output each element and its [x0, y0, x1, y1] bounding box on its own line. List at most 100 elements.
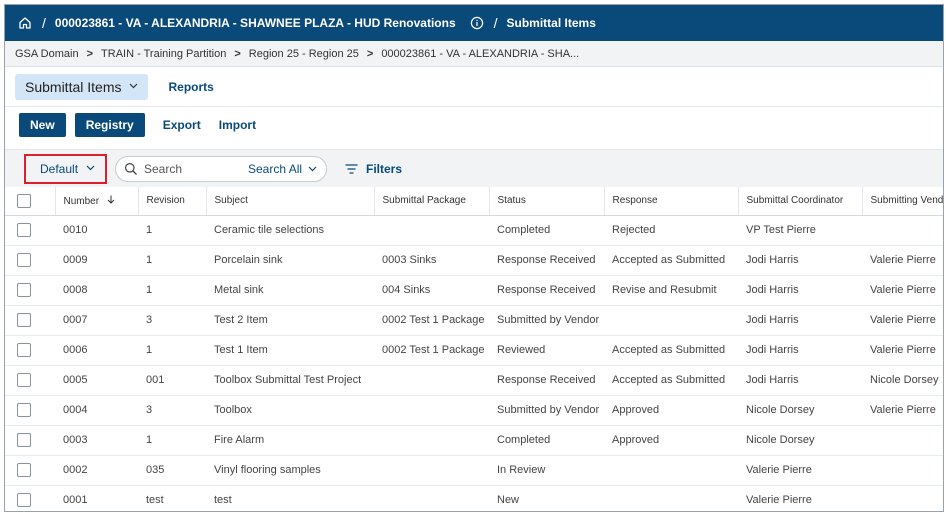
column-header-response[interactable]: Response	[604, 187, 739, 216]
table-row[interactable]: 0003 1 Fire Alarm Completed Approved Nicole D…	[5, 425, 943, 456]
cell-number: 0002	[55, 455, 138, 486]
cell-number: 0004	[55, 395, 138, 426]
table-row[interactable]: 0002 035 Vinyl flooring samples In Review Va…	[5, 455, 943, 486]
row-checkbox[interactable]	[17, 493, 31, 507]
cell-status: Completed	[489, 425, 604, 456]
column-header-status[interactable]: Status	[489, 187, 605, 216]
cell-submittal-coordinator: Jodi Harris	[738, 275, 862, 306]
cell-subject: Test 2 Item	[206, 305, 374, 336]
cell-subject: Test 1 Item	[206, 335, 374, 366]
cell-response: Rejected	[604, 215, 738, 246]
cell-response: Accepted as Submitted	[604, 365, 738, 396]
tab-label: Submittal Items	[25, 78, 122, 95]
table-row[interactable]: 0001 test test New Valerie Pierre	[5, 485, 943, 511]
filter-icon	[345, 163, 358, 174]
column-header-submittal-package[interactable]: Submittal Package	[374, 187, 490, 216]
cell-submitting-vendor	[862, 455, 943, 486]
cell-subject: Metal sink	[206, 275, 374, 306]
cell-status: Response Received	[489, 245, 604, 276]
search-scope-select[interactable]: Search All	[248, 162, 317, 176]
cell-status: Completed	[489, 215, 604, 246]
cell-number: 0010	[55, 215, 138, 246]
table-row[interactable]: 0006 1 Test 1 Item 0002 Test 1 Package Revie…	[5, 335, 943, 366]
row-checkbox[interactable]	[17, 253, 31, 267]
cell-submittal-coordinator: Nicole Dorsey	[738, 395, 862, 426]
info-icon[interactable]	[470, 16, 484, 30]
column-header-submitting-vendor[interactable]: Submitting Vendor	[862, 187, 943, 216]
filters-button[interactable]: Filters	[345, 162, 402, 176]
breadcrumb: GSA Domain > TRAIN - Training Partition …	[5, 41, 943, 67]
row-select-cell	[5, 455, 55, 486]
row-checkbox[interactable]	[17, 463, 31, 477]
cell-subject: Vinyl flooring samples	[206, 455, 374, 486]
cell-status: New	[489, 485, 604, 511]
breadcrumb-item-domain[interactable]: GSA Domain	[15, 48, 79, 60]
search-input[interactable]	[144, 161, 240, 176]
cell-response: Accepted as Submitted	[604, 245, 738, 276]
table-row[interactable]: 0004 3 Toolbox Submitted by Vendor Approved N…	[5, 395, 943, 426]
row-checkbox[interactable]	[17, 313, 31, 327]
column-header-number[interactable]: Number	[55, 187, 139, 216]
cell-submittal-package: 0003 Sinks	[374, 245, 489, 276]
cell-response	[604, 305, 738, 336]
tab-submittal-items[interactable]: Submittal Items	[15, 73, 149, 100]
row-select-cell	[5, 365, 55, 396]
row-checkbox[interactable]	[17, 223, 31, 237]
cell-submittal-package: 004 Sinks	[374, 275, 489, 306]
cell-submitting-vendor: Valerie Pierre	[862, 395, 943, 426]
row-checkbox[interactable]	[17, 373, 31, 387]
row-checkbox[interactable]	[17, 433, 31, 447]
cell-subject: Porcelain sink	[206, 245, 374, 276]
column-header-subject[interactable]: Subject	[206, 187, 375, 216]
column-header-submittal-coordinator[interactable]: Submittal Coordinator	[738, 187, 863, 216]
cell-number: 0005	[55, 365, 138, 396]
view-select[interactable]: Default	[24, 153, 107, 184]
cell-number: 0008	[55, 275, 138, 306]
row-select-cell	[5, 245, 55, 276]
search-scope-label: Search All	[248, 161, 303, 176]
row-checkbox[interactable]	[17, 343, 31, 357]
table-row[interactable]: 0007 3 Test 2 Item 0002 Test 1 Package Submi…	[5, 305, 943, 336]
row-checkbox[interactable]	[17, 283, 31, 297]
row-select-cell	[5, 425, 55, 456]
cell-response: Revise and Resubmit	[604, 275, 738, 306]
submittals-table: Number Revision Subject Submittal Packag…	[5, 187, 943, 511]
breadcrumb-item-partition[interactable]: TRAIN - Training Partition	[101, 48, 226, 60]
cell-submittal-coordinator: Nicole Dorsey	[738, 425, 862, 456]
select-all-cell	[5, 187, 56, 216]
project-title[interactable]: 000023861 - VA - ALEXANDRIA - SHAWNEE PL…	[55, 16, 456, 30]
cell-status: Submitted by Vendor	[489, 305, 604, 336]
row-select-cell	[5, 305, 55, 336]
table-row[interactable]: 0005 001 Toolbox Submittal Test Project Res…	[5, 365, 943, 396]
chevron-right-icon: >	[86, 47, 94, 60]
cell-status: Response Received	[489, 365, 604, 396]
cell-number: 0003	[55, 425, 138, 456]
new-button[interactable]: New	[19, 113, 66, 137]
cell-submittal-coordinator: VP Test Pierre	[738, 215, 862, 246]
cell-number: 0001	[55, 485, 138, 511]
row-checkbox[interactable]	[17, 403, 31, 417]
table-row[interactable]: 0008 1 Metal sink 004 Sinks Response Receive…	[5, 275, 943, 306]
table-row[interactable]: 0010 1 Ceramic tile selections Completed Rej…	[5, 215, 943, 246]
cell-submitting-vendor: Valerie Pierre	[862, 275, 943, 306]
cell-revision: 1	[138, 335, 206, 366]
cell-submittal-coordinator: Jodi Harris	[738, 245, 862, 276]
cell-number: 0007	[55, 305, 138, 336]
home-icon[interactable]	[17, 15, 33, 31]
breadcrumb-item-project[interactable]: 000023861 - VA - ALEXANDRIA - SHA...	[381, 48, 579, 60]
cell-submittal-package: 0002 Test 1 Package	[374, 335, 489, 366]
view-select-value: Default	[40, 161, 79, 176]
import-button[interactable]: Import	[219, 118, 256, 132]
select-all-checkbox[interactable]	[17, 193, 31, 208]
row-select-cell	[5, 215, 55, 246]
cell-submittal-coordinator: Jodi Harris	[738, 365, 862, 396]
action-toolbar: New Registry Export Import	[5, 107, 943, 143]
row-select-cell	[5, 395, 55, 426]
breadcrumb-item-region[interactable]: Region 25 - Region 25	[249, 48, 359, 60]
export-button[interactable]: Export	[163, 118, 201, 132]
column-header-revision[interactable]: Revision	[138, 187, 207, 216]
tab-reports[interactable]: Reports	[168, 80, 213, 94]
table-row[interactable]: 0009 1 Porcelain sink 0003 Sinks Response Re…	[5, 245, 943, 276]
cell-response: Approved	[604, 425, 738, 456]
registry-button[interactable]: Registry	[74, 113, 145, 137]
